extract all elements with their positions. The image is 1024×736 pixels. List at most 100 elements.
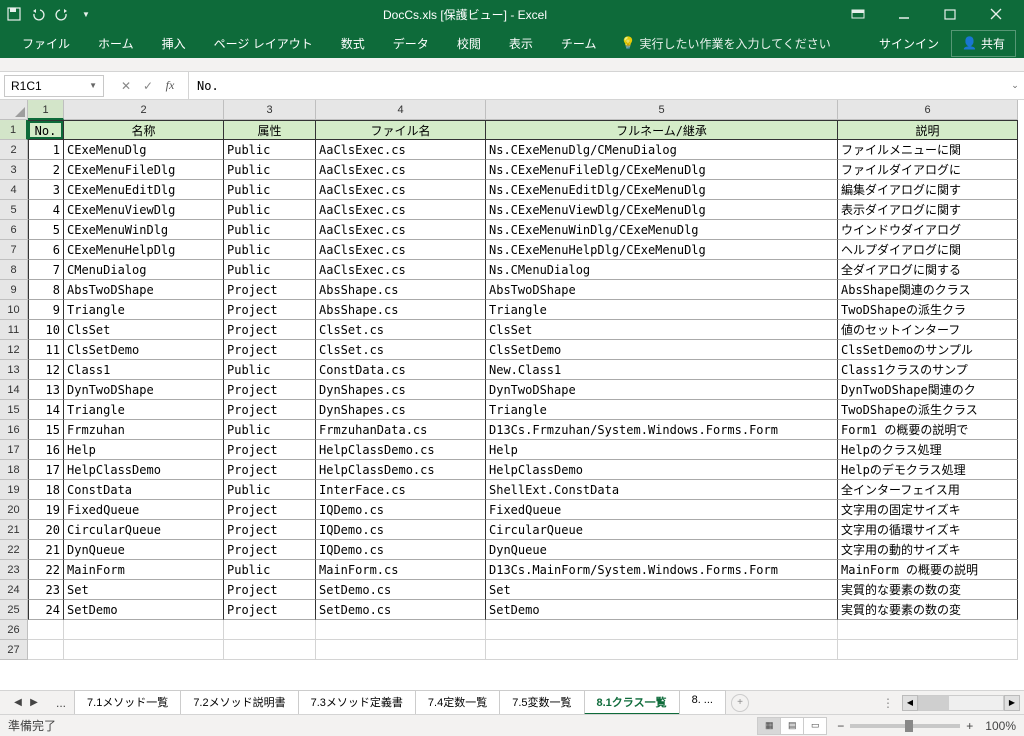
header-cell[interactable]: 名称 (64, 120, 224, 140)
cell[interactable]: CExeMenuHelpDlg (64, 240, 224, 260)
header-cell[interactable]: No. (28, 120, 64, 140)
cell[interactable]: HelpClassDemo.cs (316, 440, 486, 460)
cell[interactable] (64, 640, 224, 660)
scroll-track[interactable] (918, 695, 1004, 711)
fx-icon[interactable]: fx (160, 76, 180, 96)
cell[interactable]: 23 (28, 580, 64, 600)
cell[interactable]: HelpClassDemo (486, 460, 838, 480)
sheet-tab[interactable]: 7.5変数一覧 (499, 690, 584, 715)
cell[interactable] (64, 620, 224, 640)
cell[interactable]: ConstData.cs (316, 360, 486, 380)
col-header[interactable]: 2 (64, 100, 224, 120)
cell[interactable]: Form1 の概要の説明で (838, 420, 1018, 440)
row-header[interactable]: 21 (0, 520, 28, 540)
share-button[interactable]: 👤 共有 (951, 30, 1016, 57)
header-cell[interactable]: 属性 (224, 120, 316, 140)
cell[interactable]: 1 (28, 140, 64, 160)
cell[interactable]: Project (224, 540, 316, 560)
cell[interactable]: AaClsExec.cs (316, 240, 486, 260)
cell[interactable]: Project (224, 280, 316, 300)
cell[interactable]: 実質的な要素の数の変 (838, 600, 1018, 620)
cell[interactable]: Project (224, 500, 316, 520)
sheet-tab[interactable]: 7.2メソッド説明書 (180, 690, 298, 715)
cell[interactable]: AaClsExec.cs (316, 260, 486, 280)
qat-dropdown-icon[interactable]: ▼ (78, 6, 94, 22)
cell[interactable]: 22 (28, 560, 64, 580)
cell[interactable]: Triangle (64, 400, 224, 420)
cell[interactable]: Set (486, 580, 838, 600)
cell[interactable]: AbsShape関連のクラス (838, 280, 1018, 300)
tab-view[interactable]: 表示 (495, 29, 547, 58)
cell[interactable]: IQDemo.cs (316, 540, 486, 560)
cell[interactable]: Public (224, 200, 316, 220)
cell[interactable]: 10 (28, 320, 64, 340)
cell[interactable]: Helpのデモクラス処理 (838, 460, 1018, 480)
cell[interactable]: CExeMenuFileDlg (64, 160, 224, 180)
cell[interactable]: 全インターフェイス用 (838, 480, 1018, 500)
cell[interactable]: ClsSet (64, 320, 224, 340)
cell[interactable]: Public (224, 140, 316, 160)
cell[interactable]: 文字用の循環サイズキ (838, 520, 1018, 540)
zoom-in-icon[interactable]: + (966, 719, 973, 733)
tab-nav-prev-icon[interactable]: ◀ (10, 697, 26, 708)
cell[interactable]: 9 (28, 300, 64, 320)
select-all-corner[interactable] (0, 100, 28, 120)
cell[interactable]: FixedQueue (64, 500, 224, 520)
cell[interactable]: ClsSetDemoのサンプル (838, 340, 1018, 360)
cell[interactable]: 5 (28, 220, 64, 240)
col-header[interactable]: 3 (224, 100, 316, 120)
cell[interactable] (316, 620, 486, 640)
ribbon-options-icon[interactable] (836, 0, 880, 28)
tab-home[interactable]: ホーム (84, 29, 148, 58)
cell[interactable]: New.Class1 (486, 360, 838, 380)
cell[interactable]: HelpClassDemo (64, 460, 224, 480)
cell[interactable]: AaClsExec.cs (316, 200, 486, 220)
col-header[interactable]: 6 (838, 100, 1018, 120)
header-cell[interactable]: 説明 (838, 120, 1018, 140)
cell[interactable]: DynTwoDShape関連のク (838, 380, 1018, 400)
cell[interactable]: ClsSet.cs (316, 340, 486, 360)
formula-input[interactable]: No. (189, 76, 1006, 96)
row-header[interactable]: 19 (0, 480, 28, 500)
row-header[interactable]: 15 (0, 400, 28, 420)
cell[interactable]: D13Cs.Frmzuhan/System.Windows.Forms.Form (486, 420, 838, 440)
cell[interactable]: FrmzuhanData.cs (316, 420, 486, 440)
sheet-tab[interactable]: 7.4定数一覧 (415, 690, 500, 715)
row-header[interactable]: 17 (0, 440, 28, 460)
cell[interactable]: 24 (28, 600, 64, 620)
cell[interactable]: AbsTwoDShape (486, 280, 838, 300)
view-normal-icon[interactable]: ▦ (757, 717, 781, 735)
cell[interactable]: Ns.CMenuDialog (486, 260, 838, 280)
cell[interactable]: SetDemo (486, 600, 838, 620)
cell[interactable]: 文字用の固定サイズキ (838, 500, 1018, 520)
cell[interactable]: CExeMenuViewDlg (64, 200, 224, 220)
row-header[interactable]: 25 (0, 600, 28, 620)
cell[interactable]: InterFace.cs (316, 480, 486, 500)
cell[interactable] (224, 620, 316, 640)
cell[interactable]: Project (224, 580, 316, 600)
tab-pagelayout[interactable]: ページ レイアウト (200, 29, 327, 58)
cell[interactable]: Triangle (486, 400, 838, 420)
cell[interactable]: DynShapes.cs (316, 380, 486, 400)
cell[interactable]: Project (224, 520, 316, 540)
cell[interactable]: IQDemo.cs (316, 520, 486, 540)
cell[interactable]: 14 (28, 400, 64, 420)
cell[interactable]: Triangle (64, 300, 224, 320)
tab-data[interactable]: データ (379, 29, 443, 58)
cell[interactable]: ファイルメニューに関 (838, 140, 1018, 160)
sheet-tab[interactable]: 8. ... (679, 690, 726, 715)
cell[interactable] (838, 640, 1018, 660)
cell[interactable]: Project (224, 300, 316, 320)
cell[interactable]: ClsSetDemo (486, 340, 838, 360)
cell[interactable]: Public (224, 420, 316, 440)
tab-overflow-left[interactable]: ... (48, 696, 74, 710)
cell[interactable]: Frmzuhan (64, 420, 224, 440)
scroll-right-icon[interactable]: ▶ (1004, 695, 1020, 711)
cell[interactable]: 19 (28, 500, 64, 520)
cell[interactable]: Ns.CExeMenuViewDlg/CExeMenuDlg (486, 200, 838, 220)
cell[interactable]: Class1 (64, 360, 224, 380)
cell[interactable]: Public (224, 180, 316, 200)
accept-icon[interactable]: ✓ (138, 76, 158, 96)
row-header[interactable]: 18 (0, 460, 28, 480)
row-header[interactable]: 1 (0, 120, 28, 140)
